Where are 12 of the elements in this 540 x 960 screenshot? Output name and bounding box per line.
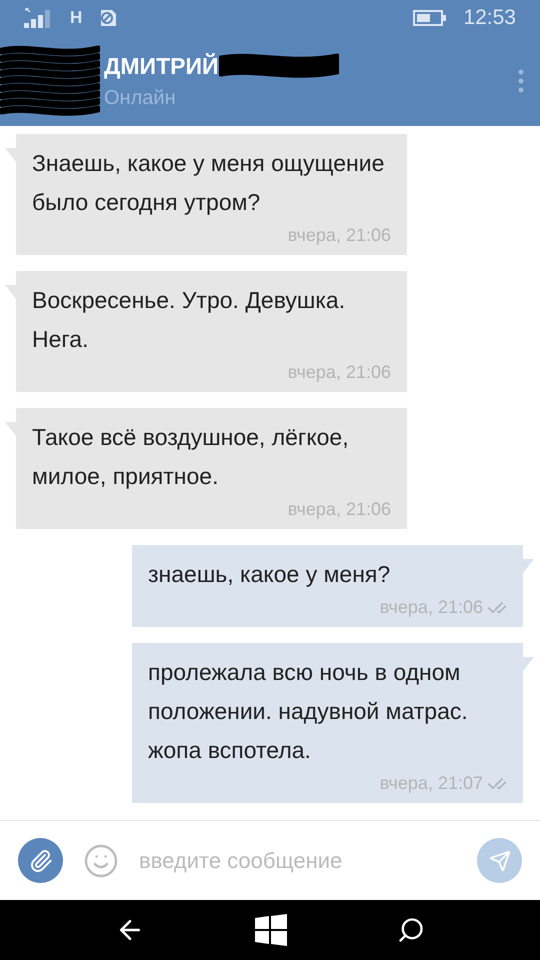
message-text: Такое всё воздушное, лёгкое, милое, приятное. (32, 423, 350, 491)
message-input[interactable]: введите сообщение (139, 844, 457, 877)
message-text: Знаешь, какое у меня ощущение было сегодня утром? (32, 149, 386, 217)
message-text: Воскресенье. Утро. Девушка. Нега. (32, 286, 346, 354)
contact-name: ДМИТРИЙ (104, 52, 219, 81)
message-time: вчера, 21:07 (380, 772, 483, 795)
message-text: пролежала всю ночь в одном положении. надувной матрас. жопа вспотела. (148, 658, 469, 765)
message-time: вчера, 21:06 (380, 596, 483, 619)
contact-status: Онлайн (104, 86, 177, 112)
clock-time: 12:53 (463, 5, 516, 32)
network-type: H (70, 7, 82, 30)
message-text: знаешь, какое у меня? (148, 560, 392, 589)
